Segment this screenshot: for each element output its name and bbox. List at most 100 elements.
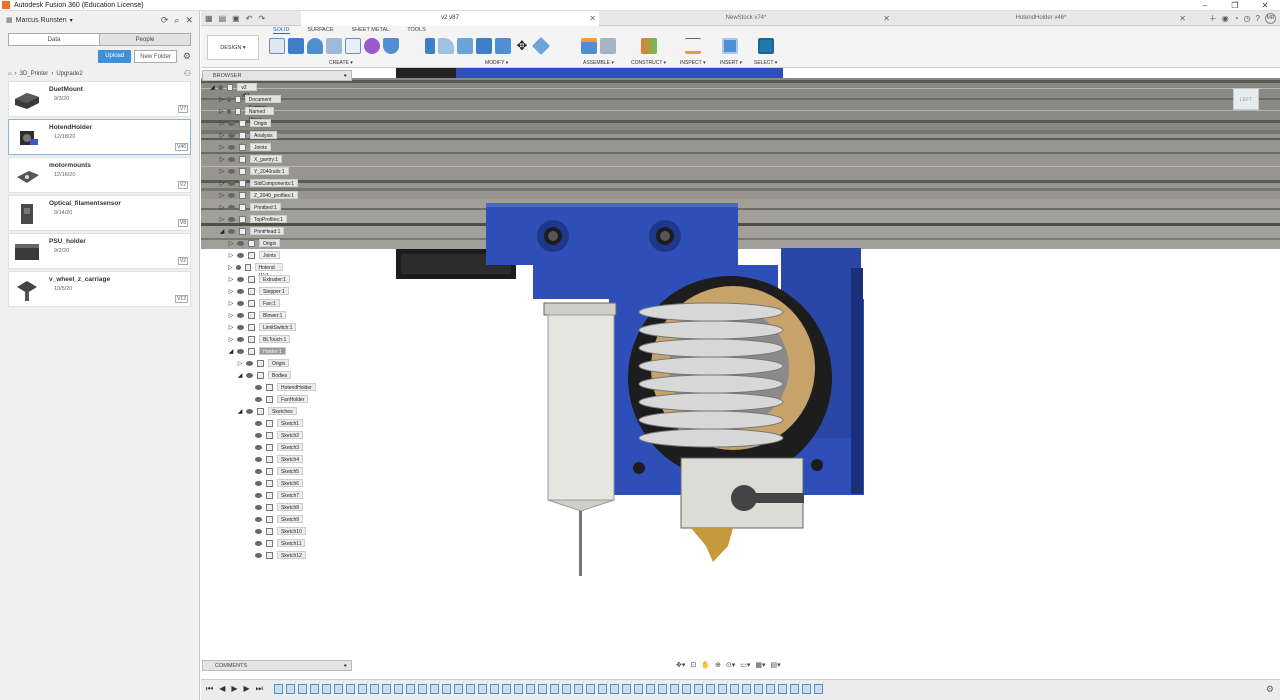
create-sketch-icon[interactable] bbox=[269, 38, 285, 54]
zoom-icon[interactable]: ⊕ bbox=[715, 661, 721, 669]
version-badge[interactable]: V12 bbox=[175, 295, 188, 303]
workspace-selector[interactable]: DESIGN ▾ bbox=[207, 35, 259, 60]
comments-panel[interactable]: COMMENTS ● bbox=[202, 660, 352, 671]
visibility-eye-icon[interactable] bbox=[226, 96, 232, 102]
timeline-feature-icon[interactable] bbox=[646, 684, 655, 694]
display-settings-icon[interactable]: ▭▾ bbox=[740, 661, 750, 669]
joint-icon[interactable] bbox=[600, 38, 616, 54]
apps-grid-icon[interactable]: ▦ bbox=[6, 16, 13, 24]
timeline-feature-icon[interactable] bbox=[430, 684, 439, 694]
visibility-eye-icon[interactable] bbox=[228, 216, 235, 222]
browser-node-label[interactable]: Joints bbox=[259, 251, 281, 259]
expand-arrow-icon[interactable]: ◢ bbox=[219, 228, 225, 235]
expand-arrow-icon[interactable]: ◢ bbox=[210, 84, 215, 91]
search-icon[interactable]: ⌕ bbox=[174, 15, 179, 26]
timeline-feature-icon[interactable] bbox=[598, 684, 607, 694]
browser-node[interactable]: ◢ Bodies bbox=[237, 370, 292, 380]
browser-node[interactable]: ▷ Origin bbox=[219, 118, 272, 128]
visibility-eye-icon[interactable] bbox=[255, 480, 262, 486]
visibility-eye-icon[interactable] bbox=[255, 396, 262, 402]
close-tab-icon[interactable]: ✕ bbox=[883, 11, 890, 26]
hole-icon[interactable] bbox=[383, 38, 399, 54]
pin-icon[interactable]: ● bbox=[344, 71, 347, 81]
visibility-eye-icon[interactable] bbox=[228, 144, 235, 150]
orbit-icon[interactable]: ✥▾ bbox=[676, 661, 685, 669]
visibility-eye-icon[interactable] bbox=[255, 384, 262, 390]
upload-button[interactable]: Upload bbox=[98, 50, 132, 63]
breadcrumb-item[interactable]: Upgrade2 bbox=[56, 71, 82, 77]
extrude-icon[interactable] bbox=[288, 38, 304, 54]
browser-node[interactable]: Sketch7 bbox=[246, 490, 304, 500]
browser-node-label[interactable]: LimitSwitch:1 bbox=[259, 323, 297, 331]
browser-node-label[interactable]: Named Views bbox=[244, 107, 275, 123]
visibility-eye-icon[interactable] bbox=[246, 360, 253, 366]
tab-sheet-metal[interactable]: SHEET METAL bbox=[352, 27, 390, 34]
close-tab-icon[interactable]: ✕ bbox=[589, 11, 596, 26]
browser-node[interactable]: Sketch5 bbox=[246, 466, 304, 476]
timeline-feature-icon[interactable] bbox=[334, 684, 343, 694]
expand-arrow-icon[interactable]: ◢ bbox=[237, 372, 243, 379]
timeline-feature-icon[interactable] bbox=[502, 684, 511, 694]
viewcube[interactable]: LEFT bbox=[1233, 88, 1259, 110]
timeline-feature-icon[interactable] bbox=[322, 684, 331, 694]
browser-node[interactable]: HotendHolder bbox=[246, 382, 316, 392]
browser-node-label[interactable]: Joints bbox=[250, 143, 272, 151]
construct-menu[interactable]: CONSTRUCT ▾ bbox=[631, 60, 666, 66]
insert-image-icon[interactable] bbox=[722, 38, 738, 54]
browser-node[interactable]: Sketch1 bbox=[246, 418, 304, 428]
browser-node-label[interactable]: Origin bbox=[268, 359, 290, 367]
browser-node[interactable]: ▷ Y_2040rails:1 bbox=[219, 166, 289, 176]
version-badge[interactable]: V46 bbox=[175, 143, 188, 151]
timeline-feature-icon[interactable] bbox=[406, 684, 415, 694]
new-component-icon[interactable] bbox=[581, 38, 597, 54]
visibility-eye-icon[interactable] bbox=[237, 276, 244, 282]
expand-arrow-icon[interactable]: ◢ bbox=[228, 348, 234, 355]
tab-document[interactable]: NewStock v74* ✕ bbox=[599, 11, 893, 26]
browser-node[interactable]: ▷ Blower:1 bbox=[228, 310, 287, 320]
expand-arrow-icon[interactable]: ▷ bbox=[228, 300, 234, 307]
browser-node[interactable]: ◢ Holder:1 bbox=[228, 346, 286, 356]
browser-node-label[interactable]: StdComponents:1 bbox=[250, 179, 299, 187]
timeline-feature-icon[interactable] bbox=[286, 684, 295, 694]
visibility-eye-icon[interactable] bbox=[255, 528, 262, 534]
expand-arrow-icon[interactable]: ▷ bbox=[219, 132, 225, 139]
step-back-icon[interactable]: ◀ bbox=[219, 684, 225, 694]
browser-node-label[interactable]: Printbed:1 bbox=[250, 203, 281, 211]
browser-node[interactable]: Sketch8 bbox=[246, 502, 304, 512]
revolve-icon[interactable] bbox=[307, 38, 323, 54]
tab-people[interactable]: People bbox=[99, 34, 190, 45]
browser-node-label[interactable]: Hotend (1):1 bbox=[254, 263, 284, 279]
new-tab-icon[interactable]: ＋ bbox=[1209, 13, 1217, 24]
browser-node[interactable]: FanHolder bbox=[246, 394, 309, 404]
browser-node-label[interactable]: Sketch3 bbox=[277, 443, 304, 451]
inspect-menu[interactable]: INSPECT ▾ bbox=[680, 60, 706, 66]
avatar[interactable]: MR bbox=[1265, 13, 1276, 24]
browser-node[interactable]: ▷ Extruder:1 bbox=[228, 274, 291, 284]
browser-node-label[interactable]: Z_2040_profiles:1 bbox=[250, 191, 299, 199]
expand-arrow-icon[interactable]: ▷ bbox=[228, 276, 234, 283]
timeline-feature-icon[interactable] bbox=[586, 684, 595, 694]
timeline-feature-icon[interactable] bbox=[778, 684, 787, 694]
timeline-feature-icon[interactable] bbox=[370, 684, 379, 694]
expand-arrow-icon[interactable]: ▷ bbox=[219, 168, 225, 175]
tab-document-active[interactable]: v2 v87 ✕ bbox=[301, 11, 599, 26]
visibility-eye-icon[interactable] bbox=[237, 240, 244, 246]
expand-arrow-icon[interactable]: ▷ bbox=[219, 192, 225, 199]
timeline-feature-icon[interactable] bbox=[694, 684, 703, 694]
visibility-eye-icon[interactable] bbox=[226, 108, 232, 114]
visibility-eye-icon[interactable] bbox=[246, 408, 253, 414]
loft-icon[interactable] bbox=[345, 38, 361, 54]
timeline-feature-icon[interactable] bbox=[562, 684, 571, 694]
browser-node-label[interactable]: Sketch8 bbox=[277, 503, 304, 511]
browser-node-label[interactable]: BLTouch:1 bbox=[259, 335, 291, 343]
grid-menu-icon[interactable]: ▦ bbox=[205, 14, 213, 23]
browser-node-label[interactable]: Sketch2 bbox=[277, 431, 304, 439]
browser-node-label[interactable]: Sketches bbox=[268, 407, 297, 415]
file-menu-icon[interactable]: ▤ bbox=[219, 14, 227, 23]
modify-menu[interactable]: MODIFY ▾ bbox=[485, 60, 508, 66]
user-name[interactable]: Marcus Runsten bbox=[16, 17, 67, 24]
timeline-feature-icon[interactable] bbox=[670, 684, 679, 694]
file-item[interactable]: DuetMount 9/3/20 V7 bbox=[8, 81, 191, 117]
expand-arrow-icon[interactable]: ▷ bbox=[219, 216, 225, 223]
timeline-feature-icon[interactable] bbox=[466, 684, 475, 694]
